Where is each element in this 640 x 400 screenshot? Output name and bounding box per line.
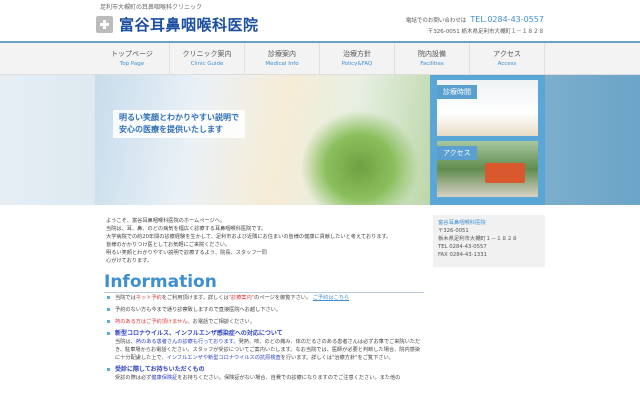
nav-sublabel: Clinic Guide [190, 61, 224, 67]
nav-item-medical-info[interactable]: 診療案内 Medical Info [245, 43, 320, 74]
nav-label: トップページ [111, 50, 153, 58]
main-nav: トップページ Top Page クリニック案内 Clinic Guide 診療案内 M… [95, 43, 545, 74]
intro-line: 皆様のかかりつけ医としてお気軽にご来院ください。 [106, 242, 231, 248]
nav-sublabel: Policy&FAQ [341, 61, 373, 67]
hero-catchphrase: 明るい笑顔とわかりやすい説明で 安心の医療を提供いたします [113, 110, 245, 138]
nav-item-facilities[interactable]: 院内設備 Facilities [395, 43, 470, 74]
reservation-link[interactable]: ご予約はこちら [313, 295, 349, 301]
clinic-logo[interactable]: 富谷耳鼻咽喉科医院 [96, 14, 259, 35]
card-label: アクセス [437, 146, 477, 160]
nav-sublabel: Access [497, 61, 517, 67]
nav-sublabel: Top Page [119, 61, 145, 67]
nav-item-clinic-guide[interactable]: クリニック案内 Clinic Guide [170, 43, 245, 74]
phone-number[interactable]: TEL.0284-43-0557 [470, 15, 544, 24]
info-item-title: 受診に際してお持ちいただくもの [115, 366, 205, 373]
intro-line: 明るい笑顔とわかりやすい説明で診療するよう、院長、スタッフ一同 [106, 250, 267, 256]
info-item: 受診に際してお持ちいただくもの 受診の際は必ず健康保険証をお持ちください。保険証が… [106, 366, 424, 382]
sidebar-zip: 〒326-0051 [438, 228, 469, 234]
nav-label: 診療案内 [268, 50, 296, 58]
intro-line: ようこそ、富谷耳鼻咽喉科医院のホームページへ。 [106, 218, 226, 224]
intro-text: ようこそ、富谷耳鼻咽喉科医院のホームページへ。当院は、耳、鼻、のどの病気を幅広く… [106, 217, 426, 265]
sidebar-tel: TEL 0284-43-0557 [438, 244, 487, 250]
bus-image [485, 163, 525, 183]
sidebar-fax: FAX 0284-43-1331 [438, 252, 488, 258]
hours-card[interactable]: 診療時間 [437, 80, 538, 136]
nav-label: 院内設備 [418, 50, 446, 58]
info-item-title: 新型コロナウイルス、インフルエンザ感染症への対応について [115, 330, 283, 337]
intro-line: 当院は、耳、鼻、のどの病気を幅広く診療する耳鼻咽喉科医院です。 [106, 226, 267, 232]
nav-label: 治療方針 [343, 50, 371, 58]
nav-item-access[interactable]: アクセス Access [470, 43, 545, 74]
nav-sublabel: Facilities [420, 61, 444, 67]
info-item: 新型コロナウイルス、インフルエンザ感染症への対応について 当院は、熱のある患者さん… [106, 330, 424, 362]
sidebar-contact-box: 富谷耳鼻咽喉科医院 〒326-0051 栃木県足利市大槻町１－１８２８ TEL … [433, 215, 545, 267]
nav-item-top[interactable]: トップページ Top Page [95, 43, 170, 74]
info-item: 当院ではネット予約をご利用頂けます。詳しくは"診療案内"のページを御覧下さい。 … [106, 294, 424, 302]
contact-label: 電話でのお問い合わせは [405, 18, 467, 24]
intro-line: 大学病院での約20年間の診療経験を生かして、足利市および近隣にお住まいの皆様の健… [106, 234, 392, 240]
clinic-name: 富谷耳鼻咽喉科医院 [119, 16, 259, 34]
hero-side-panel: 診療時間 アクセス [430, 75, 545, 205]
nav-label: クリニック案内 [182, 50, 232, 58]
plant-image [300, 110, 420, 205]
sidebar-address: 栃木県足利市大槻町１－１８２８ [438, 236, 518, 242]
info-item: 熱のある方はご予約頂けません。お電話でご相談ください。 [106, 318, 424, 326]
card-label: 診療時間 [437, 85, 477, 99]
nav-sublabel: Medical Info [265, 61, 299, 67]
info-item: 予約のない方も今まで通り診察致しますので直接医院へお越し下さい。 [106, 306, 424, 314]
catch-line: 安心の医療を提供いたします [119, 125, 223, 134]
nav-label: アクセス [493, 50, 521, 58]
access-card[interactable]: アクセス [437, 141, 538, 197]
contact-info: 電話でのお問い合わせは TEL.0284-43-0557 〒326-0051 栃木… [406, 14, 544, 38]
information-heading: Information [104, 272, 424, 293]
nav-item-policy[interactable]: 治療方針 Policy&FAQ [320, 43, 395, 74]
tagline: 足利市大槻町の耳鼻咽喉科クリニック [100, 4, 203, 11]
intro-line: 心がけております。 [106, 258, 153, 264]
sidebar-clinic-name: 富谷耳鼻咽喉科医院 [438, 220, 486, 226]
medical-cross-icon [96, 16, 113, 33]
catch-line: 明るい笑顔とわかりやすい説明で [119, 113, 239, 122]
information-list: 当院ではネット予約をご利用頂けます。詳しくは"診療案内"のページを御覧下さい。 … [106, 294, 424, 386]
address: 〒326-0051 栃木県足利市大槻町１－１８２８ [427, 29, 544, 35]
